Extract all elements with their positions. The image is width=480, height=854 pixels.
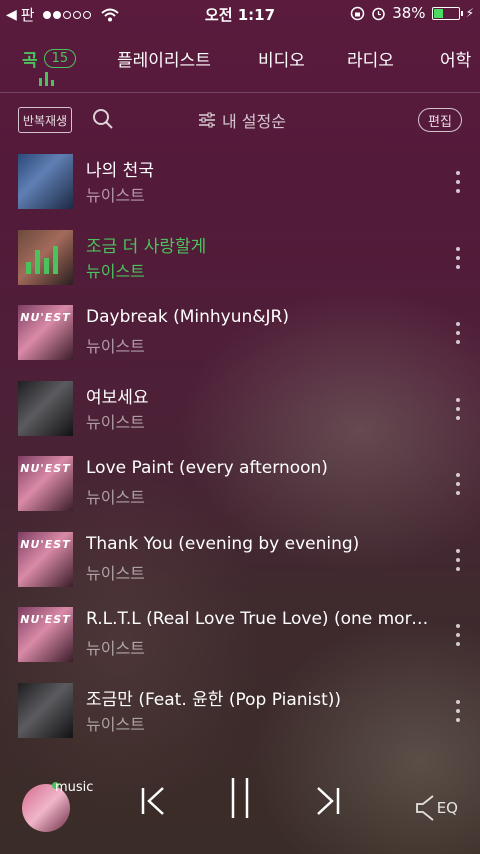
more-options-icon[interactable]: [452, 171, 464, 193]
song-artist: 뉴이스트: [86, 261, 145, 281]
tabs-divider: [0, 92, 480, 93]
song-row[interactable]: NU'EST Daybreak (Minhyun&JR) 뉴이스트: [0, 302, 480, 378]
album-art: NU'EST: [18, 531, 73, 587]
battery-percent: 38%: [392, 4, 426, 22]
song-title: Daybreak (Minhyun&JR): [86, 307, 289, 327]
song-title: Thank You (evening by evening): [86, 533, 360, 554]
song-artist: 뉴이스트: [86, 186, 145, 205]
edit-button[interactable]: 편집: [418, 108, 462, 132]
song-artist: 뉴이스트: [86, 563, 145, 583]
song-artist: 뉴이스트: [86, 714, 145, 734]
song-list: 나의 천국 뉴이스트 조금 더 사랑할게 뉴이스트 NU'EST Daybrea…: [0, 151, 480, 755]
song-artist: 뉴이스트: [86, 412, 145, 432]
album-art: [18, 380, 73, 436]
tab-playlists[interactable]: 플레이리스트: [117, 46, 211, 71]
search-icon[interactable]: [92, 108, 114, 130]
album-art: NU'EST: [18, 305, 73, 360]
battery-icon: [431, 6, 463, 20]
eq-label: EQ: [436, 799, 458, 817]
album-art: NU'EST: [18, 607, 73, 662]
song-row[interactable]: NU'EST Thank You (evening by evening) 뉴이…: [0, 529, 480, 605]
tab-language[interactable]: 어학: [440, 46, 471, 71]
status-bar: ◀ 판 오전 1:17 38% ⚡: [0, 0, 480, 28]
rotation-lock-icon: [350, 6, 365, 20]
next-track-icon[interactable]: [312, 784, 342, 818]
more-options-icon[interactable]: [452, 624, 464, 646]
tab-songs-label: 곡: [22, 51, 38, 71]
song-title: Love Paint (every afternoon): [86, 458, 328, 478]
pause-icon[interactable]: [226, 776, 254, 820]
song-artist: 뉴이스트: [86, 639, 145, 658]
album-art: [18, 682, 73, 738]
sort-button[interactable]: 내 설정순: [198, 108, 286, 132]
album-art: NU'EST: [18, 456, 73, 511]
now-playing-icon: [26, 244, 58, 274]
song-title: R.L.T.L (Real Love True Love) (one morn.…: [86, 609, 436, 629]
song-title: 여보세요: [86, 387, 149, 408]
tab-videos[interactable]: 비디오: [258, 46, 305, 71]
sort-filter-icon: [199, 112, 215, 128]
more-options-icon[interactable]: [452, 699, 464, 722]
eq-button[interactable]: EQ: [415, 794, 458, 822]
song-title: 나의 천국: [86, 161, 154, 181]
tab-songs[interactable]: 곡 15: [22, 46, 77, 71]
charging-icon: ⚡: [465, 6, 474, 20]
song-title: 조금 더 사랑할게: [86, 236, 207, 257]
album-art: [18, 229, 73, 285]
mini-player: music EQ: [0, 762, 480, 854]
song-title: 조금만 (Feat. 윤한 (Pop Pianist)): [86, 689, 342, 710]
more-options-icon[interactable]: [452, 397, 464, 420]
previous-track-icon[interactable]: [139, 784, 169, 818]
tab-radio[interactable]: 라디오: [347, 46, 394, 71]
song-row[interactable]: NU'EST Love Paint (every afternoon) 뉴이스트: [0, 453, 480, 529]
more-options-icon[interactable]: [452, 322, 464, 344]
song-row-now-playing[interactable]: 조금 더 사랑할게 뉴이스트: [0, 227, 480, 303]
category-tabs: 곡 15 플레이리스트 비디오 라디오 어학: [0, 40, 480, 80]
music-badge: music: [55, 780, 94, 795]
alarm-icon: [372, 7, 385, 20]
song-row[interactable]: NU'EST R.L.T.L (Real Love True Love) (on…: [0, 604, 480, 680]
repeat-button[interactable]: 반복재생: [18, 107, 72, 133]
song-row[interactable]: 여보세요 뉴이스트: [0, 378, 480, 454]
song-row[interactable]: 나의 천국 뉴이스트: [0, 151, 480, 227]
song-artist: 뉴이스트: [86, 337, 145, 356]
more-options-icon[interactable]: [452, 548, 464, 571]
album-art: [18, 154, 73, 209]
sort-label: 내 설정순: [222, 112, 286, 131]
song-artist: 뉴이스트: [86, 488, 145, 507]
more-options-icon[interactable]: [452, 473, 464, 495]
album-art-text: NU'EST: [20, 537, 71, 551]
more-options-icon[interactable]: [452, 246, 464, 269]
song-row[interactable]: 조금만 (Feat. 윤한 (Pop Pianist)) 뉴이스트: [0, 680, 480, 756]
list-toolbar: 반복재생 내 설정순 편집: [0, 104, 480, 140]
album-art-text: NU'EST: [20, 311, 71, 324]
active-tab-indicator: [39, 72, 59, 86]
speaker-icon: [415, 795, 434, 821]
album-art-text: NU'EST: [20, 613, 71, 626]
song-count-badge: 15: [43, 49, 77, 68]
album-art-text: NU'EST: [20, 462, 71, 475]
